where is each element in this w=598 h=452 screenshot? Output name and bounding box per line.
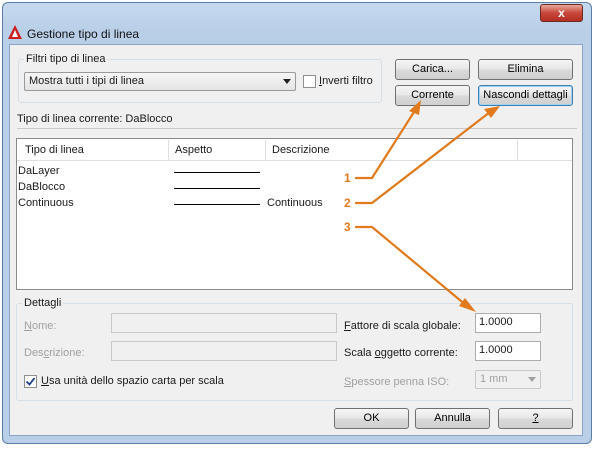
- callout-arrow-2: [354, 110, 492, 205]
- callout-label-2: 2: [344, 196, 351, 210]
- callout-arrow-1: [354, 110, 416, 180]
- callout-label-1: 1: [344, 171, 351, 185]
- callout-overlay: [354, 100, 500, 312]
- callout-arrow-3: [354, 225, 469, 308]
- arrowhead-2: [484, 106, 500, 118]
- callout-label-3: 3: [344, 220, 351, 234]
- arrowhead-1: [409, 100, 421, 115]
